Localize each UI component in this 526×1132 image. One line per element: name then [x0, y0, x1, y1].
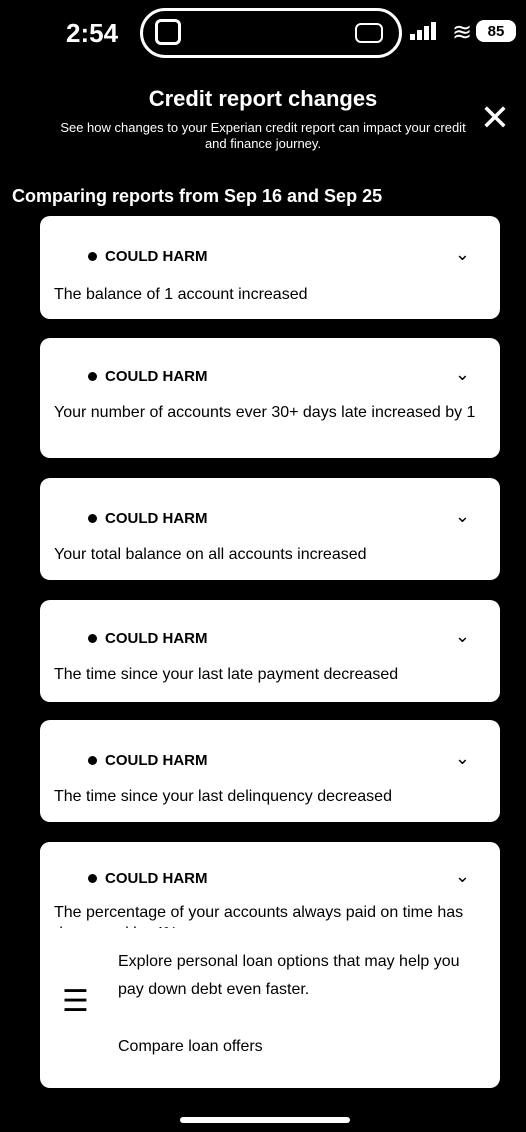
- bullet-icon: [88, 372, 97, 381]
- loan-promo-card[interactable]: ☰ Explore personal loan options that may…: [40, 928, 500, 1088]
- change-card[interactable]: COULD HARM ⌄ The balance of 1 account in…: [40, 216, 500, 319]
- page-title: Credit report changes: [148, 86, 378, 111]
- badge-label: COULD HARM: [105, 248, 208, 265]
- chevron-down-icon[interactable]: ⌄: [455, 244, 470, 265]
- change-description: The balance of 1 account increased: [54, 286, 308, 303]
- battery-icon: 85: [476, 20, 516, 42]
- page-subtitle: See how changes to your Experian credit …: [60, 120, 466, 151]
- bullet-icon: [88, 874, 97, 883]
- status-time: 2:54: [66, 18, 119, 48]
- chevron-down-icon[interactable]: ⌄: [455, 626, 470, 647]
- home-indicator[interactable]: [180, 1117, 350, 1123]
- status-badge: COULD HARM: [88, 248, 208, 265]
- badge-label: COULD HARM: [105, 870, 208, 887]
- dynamic-island: [140, 8, 402, 58]
- header: Credit report changes See how changes to…: [0, 86, 526, 152]
- change-card[interactable]: COULD HARM ⌄ The time since your last la…: [40, 600, 500, 702]
- status-badge: COULD HARM: [88, 752, 208, 769]
- change-description: The time since your last late payment de…: [54, 666, 399, 683]
- close-icon[interactable]: ✕: [480, 100, 510, 136]
- photo-icon: [155, 19, 181, 45]
- chevron-down-icon[interactable]: ⌄: [455, 506, 470, 527]
- compare-loan-offers-link[interactable]: Compare loan offers: [118, 1038, 263, 1056]
- chevron-down-icon[interactable]: ⌄: [455, 866, 470, 887]
- badge-label: COULD HARM: [105, 510, 208, 527]
- status-badge: COULD HARM: [88, 368, 208, 385]
- change-card[interactable]: COULD HARM ⌄ Your total balance on all a…: [40, 478, 500, 580]
- wifi-icon: ≋: [452, 19, 473, 46]
- bullet-icon: [88, 756, 97, 765]
- status-badge: COULD HARM: [88, 510, 208, 527]
- promo-text: Explore personal loan options that may h…: [118, 953, 460, 998]
- status-bar: 2:54 ≋ 85: [0, 0, 526, 80]
- chevron-down-icon[interactable]: ⌄: [455, 748, 470, 769]
- change-description: Your number of accounts ever 30+ days la…: [54, 404, 476, 421]
- screen-recording-icon: [355, 23, 383, 43]
- change-description: The time since your last delinquency dec…: [54, 788, 392, 805]
- chevron-down-icon[interactable]: ⌄: [455, 364, 470, 385]
- status-badge: COULD HARM: [88, 630, 208, 647]
- list-hand-icon: ☰: [62, 985, 89, 1018]
- bullet-icon: [88, 634, 97, 643]
- bullet-icon: [88, 514, 97, 523]
- comparing-label: Comparing reports from Sep 16 and Sep 25: [12, 186, 383, 206]
- change-card[interactable]: COULD HARM ⌄ The time since your last de…: [40, 720, 500, 822]
- badge-label: COULD HARM: [105, 630, 208, 647]
- change-card[interactable]: COULD HARM ⌄ Your number of accounts eve…: [40, 338, 500, 458]
- cellular-signal-icon: [410, 22, 438, 40]
- status-badge: COULD HARM: [88, 870, 208, 887]
- bullet-icon: [88, 252, 97, 261]
- badge-label: COULD HARM: [105, 368, 208, 385]
- badge-label: COULD HARM: [105, 752, 208, 769]
- change-description: Your total balance on all accounts incre…: [54, 546, 367, 563]
